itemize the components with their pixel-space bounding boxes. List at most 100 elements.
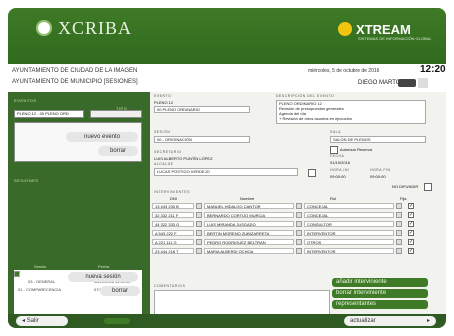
interviniente-row[interactable]: 13 443 233 B MANUEL HIDALGO CANTOR CONCE…	[152, 202, 414, 210]
event-select[interactable]: PLENO 12 - 00 PLENO ORD	[14, 110, 84, 118]
xtream-sub: SISTEMAS DE INFORMACIÓN GLOBAL	[358, 36, 432, 41]
select-icon[interactable]	[296, 203, 302, 209]
new-session-button[interactable]: nueva sesión	[68, 272, 138, 282]
delete-session-button[interactable]: borrar	[100, 286, 140, 296]
user-icon[interactable]	[418, 78, 428, 88]
update-label: actualizar	[350, 318, 376, 324]
session-row[interactable]: 00 - ORIGINACIÓN 01/10/2016 9:00:00	[14, 271, 115, 282]
select-icon[interactable]	[296, 239, 302, 245]
interviniente-row[interactable]: 23 444 218 T MARIA ALBERDI OCHOA INTERVE…	[152, 247, 414, 255]
hora-fin-label: HORA FIN	[370, 168, 391, 172]
dropdown-icon[interactable]	[396, 221, 402, 227]
session-col-fecha: Fecha	[98, 264, 110, 269]
interviniente-row[interactable]: 44 322 333 G LUIS MIRANDA JUSGADO CONSUL…	[152, 220, 414, 228]
dni-cell[interactable]: 44 322 333 G	[152, 221, 194, 227]
add-interviniente-button[interactable]: añadir interviniente	[332, 278, 428, 287]
rol-cell[interactable]: CONCEJAL	[304, 212, 394, 218]
nombre-cell[interactable]: BERNARDO CORTIJO MURCIA	[204, 212, 294, 218]
dropdown-icon[interactable]	[396, 203, 402, 209]
nombre-cell[interactable]: PEDRO RODRIGUEZ BELTRAN	[204, 239, 294, 245]
select-icon[interactable]	[196, 203, 202, 209]
fija-checkbox[interactable]: ✓	[408, 239, 414, 245]
sala-select[interactable]: SALÓN DE PLENOS	[330, 136, 426, 143]
interviniente-row[interactable]: 32 332 211 F BERNARDO CORTIJO MURCIA CON…	[152, 211, 414, 219]
fija-checkbox[interactable]: ✓	[408, 248, 414, 254]
footer-left: ◂ Salir	[8, 314, 150, 328]
rol-cell[interactable]: INTERVENTOR	[304, 248, 394, 254]
nombre-cell[interactable]: MANUEL HIDALGO CANTOR	[204, 203, 294, 209]
secretario-value: LUIS ALBERTO PUNTÍN LÓPEZ	[154, 156, 213, 161]
desc-box[interactable]: PLENO ORDINARIO 12 Revisión de presupues…	[276, 100, 426, 124]
dni-cell[interactable]: 32 332 211 F	[152, 212, 194, 218]
dni-cell[interactable]: 13 443 233 B	[152, 203, 194, 209]
interviniente-row[interactable]: A 543 222 F BERTIN MORENO ZUBIZARRETA IN…	[152, 229, 414, 237]
fija-checkbox[interactable]: ✓	[408, 230, 414, 236]
nombre-cell[interactable]: BERTIN MORENO ZUBIZARRETA	[204, 230, 294, 236]
update-button[interactable]: actualizar ▸	[344, 316, 436, 326]
autorizar-checkbox[interactable]	[330, 146, 338, 154]
select-icon[interactable]	[196, 212, 202, 218]
left-panel: EVENTOS TIPO PLENO 12 - 00 PLENO ORD nue…	[8, 92, 150, 328]
select-icon[interactable]	[296, 212, 302, 218]
sesion-label: SESIÓN	[154, 130, 171, 134]
col-dni: DNI	[170, 196, 177, 201]
rol-cell[interactable]: OTROS	[304, 239, 394, 245]
intervinientes-label: INTERVINIENTES	[154, 190, 190, 194]
select-icon[interactable]	[296, 248, 302, 254]
dropdown-icon[interactable]	[396, 239, 402, 245]
rol-cell[interactable]: CONSULTOR	[304, 221, 394, 227]
alcalde-checkbox[interactable]	[308, 169, 316, 177]
rol-cell[interactable]: INTERVENTOR	[304, 230, 394, 236]
session-sesion: 01 - COMPARECENCIA	[18, 287, 62, 292]
user-button[interactable]	[398, 79, 416, 87]
dni-cell[interactable]: A 543 222 F	[152, 230, 194, 236]
exit-label: Salir	[26, 318, 39, 324]
fija-checkbox[interactable]: ✓	[408, 221, 414, 227]
dni-cell[interactable]: 23 444 218 T	[152, 248, 194, 254]
sesion-select[interactable]: 00 - ORIGINACIÓN	[154, 136, 250, 143]
eventos-label: EVENTOS	[14, 98, 37, 103]
header: XCRIBA XTREAM SISTEMAS DE INFORMACIÓN GL…	[8, 8, 446, 64]
no-difundir-checkbox[interactable]	[424, 183, 432, 191]
xtream-mini-logo	[104, 318, 130, 324]
representantes-button[interactable]: representantes	[332, 300, 428, 309]
alcalde-field[interactable]: LUCAS POSTIGO VERDEJO	[154, 168, 298, 176]
desc-label: DESCRIPCIÓN DEL EVENTO	[276, 94, 335, 98]
col-fija: Fija	[400, 196, 407, 201]
col-rol: Rol	[330, 196, 337, 201]
select-icon[interactable]	[296, 230, 302, 236]
interviniente-row[interactable]: A 221 111 G PEDRO RODRIGUEZ BELTRAN OTRO…	[152, 238, 414, 246]
autorizar-label: Autorizar Reserva	[340, 147, 373, 152]
fecha-value: 01/10/2016	[330, 160, 351, 165]
tipo-field[interactable]	[90, 110, 142, 118]
xcriba-icon	[36, 20, 52, 36]
sala-label: SALA	[330, 130, 341, 134]
comentarios-box[interactable]	[154, 290, 330, 316]
delete-interviniente-button[interactable]: borrar interviniente	[332, 289, 428, 298]
rol-cell[interactable]: CONCEJAL	[304, 203, 394, 209]
hora-ini-label: HORA INI	[330, 168, 350, 172]
select-icon[interactable]	[196, 248, 202, 254]
event-list[interactable]	[14, 122, 142, 162]
select-icon[interactable]	[196, 239, 202, 245]
dropdown-icon[interactable]	[396, 230, 402, 236]
intervinientes-table: 13 443 233 B MANUEL HIDALGO CANTOR CONCE…	[152, 202, 442, 268]
title-2: AYUNTAMIENTO DE MUNICIPIO [SESIONES]	[12, 79, 138, 85]
select-icon[interactable]	[196, 230, 202, 236]
fija-checkbox[interactable]: ✓	[408, 203, 414, 209]
dropdown-icon[interactable]	[396, 212, 402, 218]
xtream-icon	[338, 22, 352, 36]
dropdown-icon[interactable]	[396, 248, 402, 254]
nombre-cell[interactable]: MARIA ALBERDI OCHOA	[204, 248, 294, 254]
select-icon[interactable]	[296, 221, 302, 227]
main-panel: EVENTO PLENO 12 00 PLENO ORDINARIO DESCR…	[150, 92, 446, 328]
evento-select[interactable]: 00 PLENO ORDINARIO	[154, 106, 250, 113]
new-event-button[interactable]: nuevo evento	[66, 132, 138, 142]
col-nombre: Nombre	[240, 196, 255, 201]
delete-event-button[interactable]: borrar	[98, 146, 138, 156]
nombre-cell[interactable]: LUIS MIRANDA JUSGADO	[204, 221, 294, 227]
fija-checkbox[interactable]: ✓	[408, 212, 414, 218]
select-icon[interactable]	[196, 221, 202, 227]
dni-cell[interactable]: A 221 111 G	[152, 239, 194, 245]
exit-button[interactable]: ◂ Salir	[16, 316, 68, 326]
